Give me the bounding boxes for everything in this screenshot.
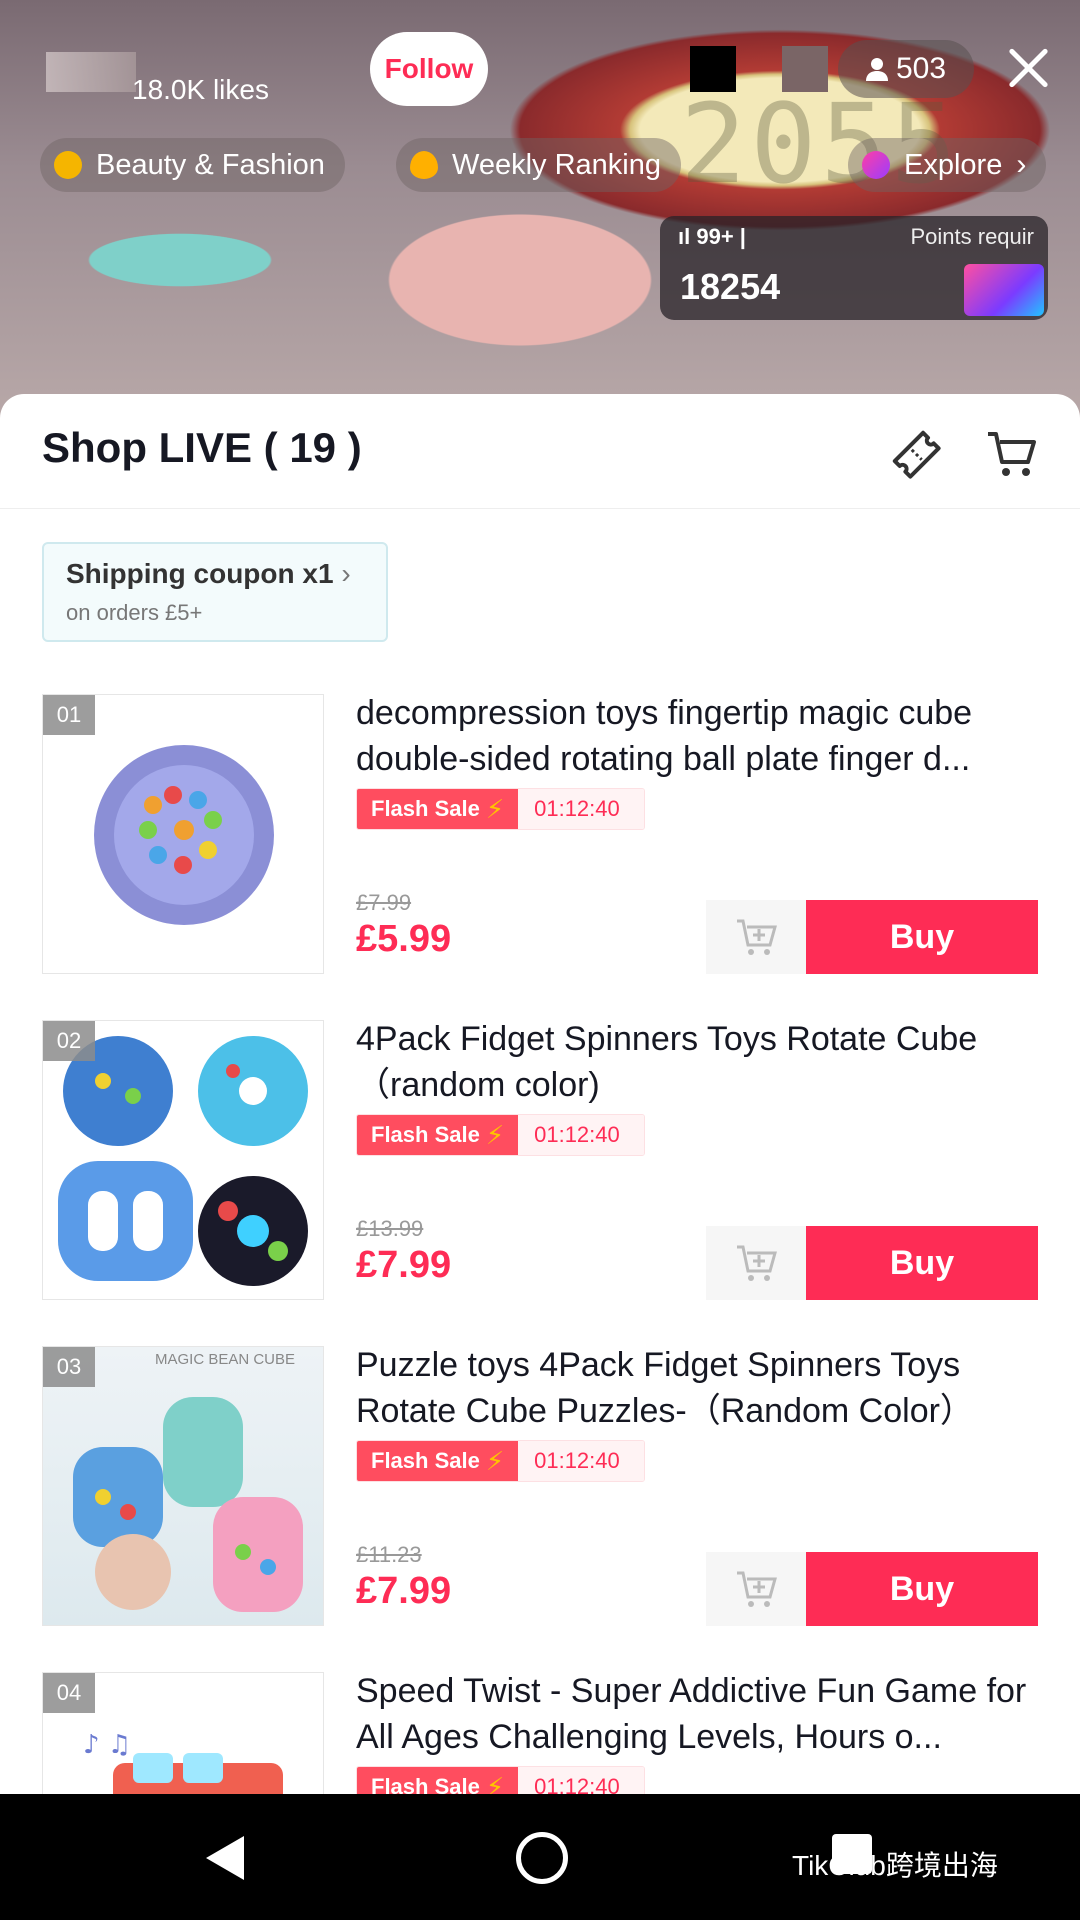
product-index: 04 — [43, 1673, 95, 1713]
likes-count: 18.0K likes — [132, 74, 269, 105]
explore-icon — [862, 151, 890, 179]
chip-beauty-fashion[interactable]: Beauty & Fashion — [40, 138, 345, 192]
lightning-icon: ⚡ — [485, 1771, 505, 1795]
flash-sale-label: Flash Sale — [371, 1448, 480, 1473]
points-required-label: Points requir — [910, 224, 1034, 249]
product-image[interactable]: 03 MAGIC BEAN CUBE — [42, 1346, 324, 1626]
add-to-cart-icon — [737, 1245, 777, 1281]
coupon-ticket-icon[interactable] — [888, 426, 944, 482]
flame-icon — [410, 151, 438, 179]
lightning-icon: ⚡ — [485, 793, 505, 824]
flash-sale-badge: Flash Sale ⚡ 01:12:40 — [356, 1440, 645, 1482]
add-to-cart-icon — [737, 1571, 777, 1607]
product-list: 01 decompression toys fingertip magic cu… — [0, 694, 1080, 1794]
svg-text:♪ ♫: ♪ ♫ — [83, 1730, 131, 1760]
back-icon[interactable] — [206, 1836, 244, 1880]
chip-weekly-ranking[interactable]: Weekly Ranking — [396, 138, 682, 192]
lightning-icon: ⚡ — [485, 1445, 505, 1476]
bean-cube-image — [73, 1397, 303, 1612]
coupon-subtitle: on orders £5+ — [66, 600, 203, 625]
add-to-cart-button[interactable] — [706, 900, 808, 974]
flash-sale-label: Flash Sale — [371, 796, 480, 821]
home-icon[interactable] — [516, 1832, 568, 1884]
thumb-caption: MAGIC BEAN CUBE — [155, 1351, 296, 1368]
flash-sale-timer: 01:12:40 — [518, 789, 644, 829]
viewer-count: 503 — [895, 52, 947, 85]
original-price: £13.99 — [356, 1216, 424, 1241]
system-nav-bar: TikClub跨境出海 — [0, 1794, 1080, 1920]
product-name[interactable]: Puzzle toys 4Pack Fidget Spinners Toys R… — [356, 1342, 1036, 1434]
watermark-text: TikClub跨境出海 — [792, 1850, 998, 1881]
buy-button[interactable]: Buy — [806, 900, 1038, 974]
shop-title: Shop LIVE ( 19 ) — [42, 424, 362, 471]
product-item[interactable]: 03 MAGIC BEAN CUBE Puzzle toys 4Pack Fid… — [0, 1346, 1080, 1672]
product-name[interactable]: decompression toys fingertip magic cube … — [356, 690, 1036, 782]
chevron-right-icon: › — [341, 558, 351, 589]
rank-value: 99+ | — [696, 224, 746, 249]
product-item[interactable]: 04 ♪ ♫ Speed Twist - Super Addictive Fun… — [0, 1672, 1080, 1794]
person-icon — [865, 58, 888, 81]
chip-explore[interactable]: Explore › — [848, 138, 1047, 192]
flash-sale-badge: Flash Sale ⚡ 01:12:40 — [356, 1114, 645, 1156]
shopping-cart-icon[interactable] — [984, 426, 1040, 482]
sale-price: £7.99 — [356, 1244, 452, 1286]
chevron-right-icon: › — [1016, 148, 1027, 181]
product-name[interactable]: 4Pack Fidget Spinners Toys Rotate Cube （… — [356, 1016, 1036, 1108]
product-index: 03 — [43, 1347, 95, 1387]
trophy-icon — [54, 151, 82, 179]
add-to-cart-button[interactable] — [706, 1552, 808, 1626]
sale-price: £5.99 — [356, 918, 452, 960]
original-price: £7.99 — [356, 890, 412, 915]
live-top-bar: 18.0K likes Follow 503 — [0, 0, 1080, 140]
ranking-score: 18254 — [680, 266, 781, 307]
fidget-pack-image — [58, 1036, 308, 1286]
chip-label: Beauty & Fashion — [96, 148, 325, 181]
flash-sale-badge: Flash Sale ⚡ 01:12:40 — [356, 1766, 645, 1794]
product-item[interactable]: 01 decompression toys fingertip magic cu… — [0, 694, 1080, 1020]
signal-icon: ıl — [678, 224, 697, 249]
rank-position: ıl 99+ | — [678, 224, 746, 250]
viewer-count-badge[interactable]: 503 — [838, 40, 974, 98]
product-index: 02 — [43, 1021, 95, 1061]
buy-button[interactable]: Buy — [806, 1226, 1038, 1300]
product-image[interactable]: 01 — [42, 694, 324, 974]
flash-sale-timer: 01:12:40 — [518, 1115, 644, 1155]
product-name[interactable]: Speed Twist - Super Addictive Fun Game f… — [356, 1668, 1036, 1760]
product-image[interactable]: 04 ♪ ♫ — [42, 1672, 324, 1794]
ranking-art-icon — [964, 264, 1044, 316]
lightning-icon: ⚡ — [485, 1119, 505, 1150]
coupon-title: Shipping coupon x1 — [66, 558, 334, 589]
viewer-avatar[interactable] — [690, 46, 736, 92]
viewer-avatar[interactable] — [782, 46, 828, 92]
product-item[interactable]: 02 4Pack Fidget Spinners Toys Rotate Cub… — [0, 1020, 1080, 1346]
shipping-coupon[interactable]: Shipping coupon x1 › on orders £5+ — [42, 542, 388, 642]
shop-sheet: Shop LIVE ( 19 ) Shipping coupon x1 › on… — [0, 394, 1080, 1794]
flash-sale-timer: 01:12:40 — [518, 1441, 644, 1481]
flash-sale-badge: Flash Sale ⚡ 01:12:40 — [356, 788, 645, 830]
product-image[interactable]: 02 — [42, 1020, 324, 1300]
follow-button[interactable]: Follow — [370, 32, 488, 106]
spinner-toy-image — [94, 745, 274, 925]
add-to-cart-icon — [737, 919, 777, 955]
host-avatar[interactable] — [46, 52, 136, 92]
flash-sale-label: Flash Sale — [371, 1122, 480, 1147]
chip-label: Explore — [904, 148, 1003, 181]
flash-sale-timer: 01:12:40 — [518, 1767, 644, 1794]
sale-price: £7.99 — [356, 1570, 452, 1612]
shop-header: Shop LIVE ( 19 ) — [0, 394, 1080, 509]
flash-sale-label: Flash Sale — [371, 1774, 480, 1794]
product-index: 01 — [43, 695, 95, 735]
buy-button[interactable]: Buy — [806, 1552, 1038, 1626]
close-icon[interactable] — [1000, 40, 1056, 96]
ranking-card[interactable]: ıl 99+ | Points requir 18254 — [660, 216, 1048, 320]
chip-label: Weekly Ranking — [452, 148, 662, 181]
add-to-cart-button[interactable] — [706, 1226, 808, 1300]
original-price: £11.23 — [356, 1542, 422, 1567]
